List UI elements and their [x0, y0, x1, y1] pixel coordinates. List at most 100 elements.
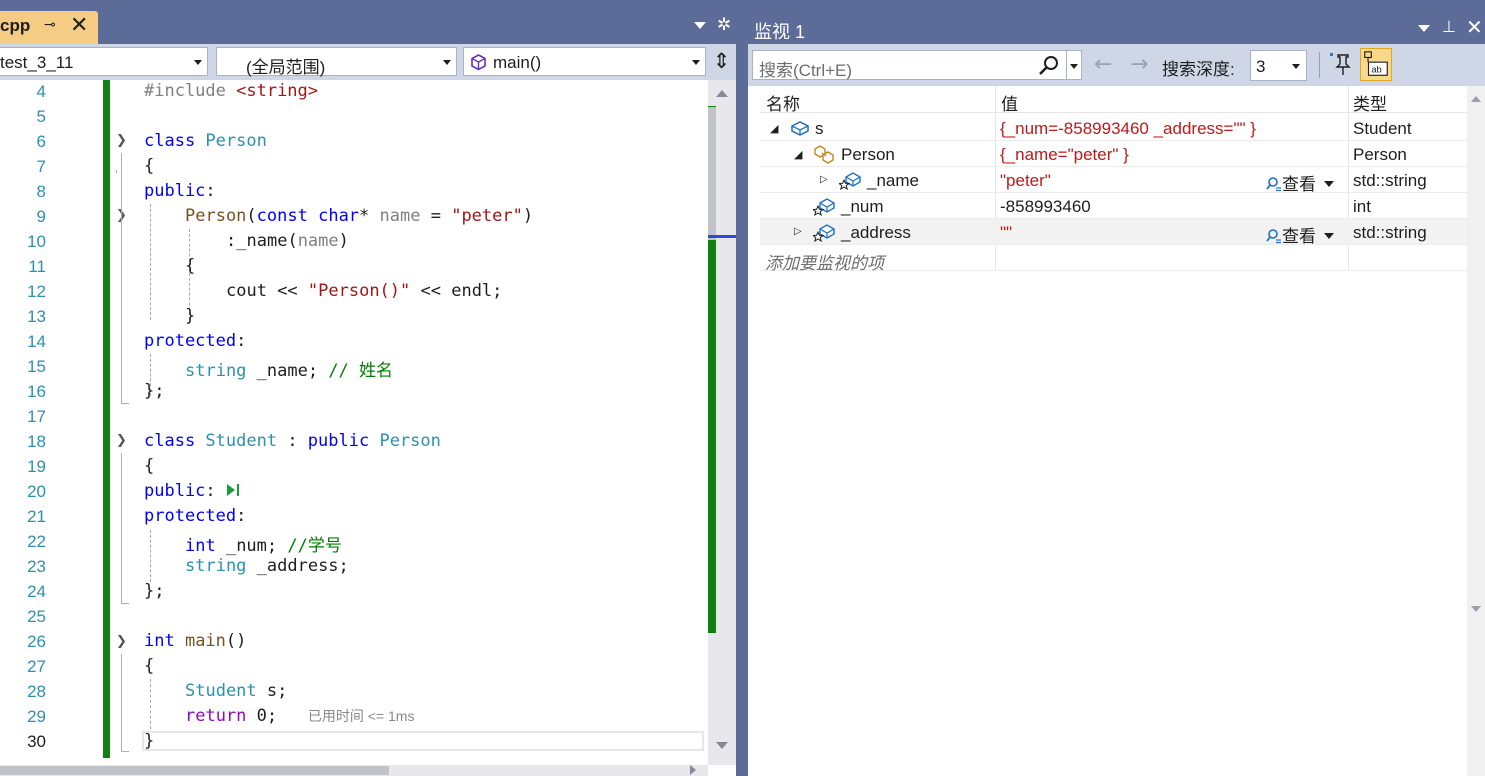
- collapse-chevron-icon[interactable]: ❯: [116, 634, 127, 649]
- method-cube-icon: [471, 54, 486, 71]
- watch-row-selected[interactable]: ▷ _address "" 查看 std::string: [760, 219, 1467, 247]
- watch-row-name: s: [815, 119, 824, 138]
- line-number: 21: [27, 507, 46, 526]
- expand-triangle-icon[interactable]: ▷: [794, 226, 802, 237]
- code-line: };: [144, 581, 165, 601]
- collapse-triangle-icon[interactable]: ◢: [794, 148, 802, 161]
- line-number: 17: [27, 407, 46, 426]
- code-line: class Student : public Person: [144, 431, 441, 451]
- scrollbar-thumb[interactable]: [0, 766, 389, 775]
- watch-row[interactable]: ◢ Person {_name="peter" } Person: [760, 141, 1467, 167]
- project-combo[interactable]: test_3_11: [0, 47, 208, 76]
- member-combo[interactable]: main(): [463, 47, 706, 76]
- scroll-down-icon[interactable]: [716, 742, 728, 749]
- watch-row-type: std::string: [1353, 223, 1427, 242]
- search-icon[interactable]: [1037, 54, 1061, 78]
- watch-row-name: Person: [841, 145, 895, 164]
- watch-row-value[interactable]: {_num=-858993460 _address="" }: [1000, 119, 1256, 139]
- document-tab[interactable]: cpp ⊸ ✕: [0, 11, 98, 44]
- column-header-name[interactable]: 名称: [766, 90, 800, 115]
- expand-triangle-icon[interactable]: ▷: [820, 174, 828, 185]
- code-editor-pane: cpp ⊸ ✕ ✲ test_3_11 (全局范围) main() ⇕ 4 5 …: [0, 0, 736, 776]
- document-tab-label: cpp: [0, 16, 31, 35]
- watch-row[interactable]: ◢ s {_num=-858993460 _address="" } Stude…: [760, 115, 1467, 141]
- close-icon[interactable]: ✕: [1466, 15, 1483, 39]
- scroll-up-icon[interactable]: [716, 90, 728, 97]
- visualizer-button[interactable]: 查看: [1266, 170, 1334, 195]
- scroll-down-icon[interactable]: [1471, 606, 1481, 612]
- editor-vertical-scrollbar[interactable]: [708, 80, 736, 765]
- scroll-right-icon[interactable]: [690, 765, 696, 775]
- watch-row[interactable]: ▷ _name "peter" 查看 std::string: [760, 167, 1467, 195]
- scrollbar-thumb[interactable]: [708, 107, 716, 240]
- add-watch-row[interactable]: 添加要监视的项: [760, 245, 1467, 274]
- line-number: 20: [27, 482, 46, 501]
- base-class-icon: [814, 145, 834, 164]
- watch-row-value[interactable]: "peter": [1000, 171, 1051, 191]
- column-header-value[interactable]: 值: [1001, 90, 1018, 115]
- visualizer-button[interactable]: 查看: [1266, 222, 1334, 247]
- navigation-bar: test_3_11 (全局范围) main() ⇕: [0, 44, 736, 80]
- watch-row-value[interactable]: {_name="peter" }: [1000, 145, 1129, 165]
- code-line: protected:: [144, 506, 247, 526]
- chevron-down-icon[interactable]: [1070, 64, 1078, 69]
- add-watch-placeholder[interactable]: 添加要监视的项: [765, 249, 884, 274]
- search-depth-combo[interactable]: 3: [1250, 50, 1307, 81]
- watch-vertical-scrollbar[interactable]: [1467, 86, 1485, 776]
- chevron-down-icon: [443, 60, 451, 65]
- tab-list-dropdown-icon[interactable]: [694, 22, 706, 29]
- protected-member-icon: [839, 172, 861, 190]
- code-line: string _name; // 姓名: [185, 361, 394, 381]
- code-line: protected:: [144, 331, 247, 351]
- line-number: 13: [27, 307, 46, 326]
- gear-icon[interactable]: ✲: [717, 15, 731, 35]
- watch-row-value[interactable]: -858993460: [1000, 197, 1091, 217]
- line-number: 11: [28, 257, 46, 276]
- code-line: }: [144, 731, 155, 751]
- window-options-icon[interactable]: [1418, 25, 1430, 32]
- scope-combo[interactable]: (全局范围): [216, 47, 457, 77]
- line-number: 7: [36, 157, 46, 176]
- line-number: 5: [36, 107, 46, 126]
- code-line: string _address;: [185, 556, 349, 576]
- collapse-chevron-icon[interactable]: ❯: [116, 133, 127, 148]
- outline-line: [121, 153, 122, 403]
- line-number: 27: [27, 657, 46, 676]
- scroll-up-icon[interactable]: [1471, 96, 1481, 102]
- line-number-current: 30: [27, 732, 46, 751]
- split-window-icon[interactable]: ⇕: [708, 47, 735, 76]
- watch-row[interactable]: _num -858993460 int: [760, 193, 1467, 219]
- watch-row-name: _num: [841, 197, 884, 216]
- watch-grid-header: 名称 值 类型: [760, 86, 1467, 115]
- watch-row-type: std::string: [1353, 171, 1427, 190]
- visualizer-magnifier-icon: [1266, 229, 1281, 244]
- search-next-icon[interactable]: →: [1130, 52, 1148, 77]
- indent-guide: [150, 679, 151, 729]
- hexadecimal-display-icon[interactable]: ab: [1360, 48, 1392, 81]
- line-number: 23: [27, 557, 46, 576]
- pin-icon[interactable]: [1328, 50, 1354, 78]
- line-number: 18: [27, 432, 46, 451]
- close-icon[interactable]: ✕: [70, 13, 88, 38]
- svg-text:ab: ab: [1371, 64, 1381, 74]
- chevron-down-icon: [194, 60, 202, 65]
- visualizer-label: 查看: [1282, 175, 1316, 194]
- auto-hide-pin-icon[interactable]: ⊥: [1442, 17, 1456, 36]
- column-header-type[interactable]: 类型: [1353, 90, 1387, 115]
- code-line: {: [144, 456, 155, 476]
- search-previous-icon[interactable]: ←: [1094, 52, 1112, 77]
- code-line: cout << "Person()" << endl;: [226, 281, 503, 301]
- line-number: 28: [27, 682, 46, 701]
- run-to-click-icon[interactable]: [226, 482, 241, 496]
- collapse-chevron-icon[interactable]: ❯: [116, 433, 127, 448]
- watch-row-name: _address: [841, 223, 911, 242]
- pane-splitter[interactable]: [736, 0, 748, 776]
- code-area[interactable]: 4 5 6 7 8 9 10 11 12 13 14 15 16 17 18 1…: [0, 80, 708, 765]
- pin-icon[interactable]: ⊸: [44, 17, 56, 33]
- line-number: 6: [36, 132, 46, 151]
- watch-row-value[interactable]: "": [1000, 223, 1012, 243]
- line-number: 8: [36, 182, 46, 201]
- search-input[interactable]: 搜索(Ctrl+E): [752, 50, 1082, 80]
- collapse-triangle-icon[interactable]: ◢: [770, 122, 778, 135]
- editor-horizontal-scrollbar[interactable]: [0, 765, 708, 776]
